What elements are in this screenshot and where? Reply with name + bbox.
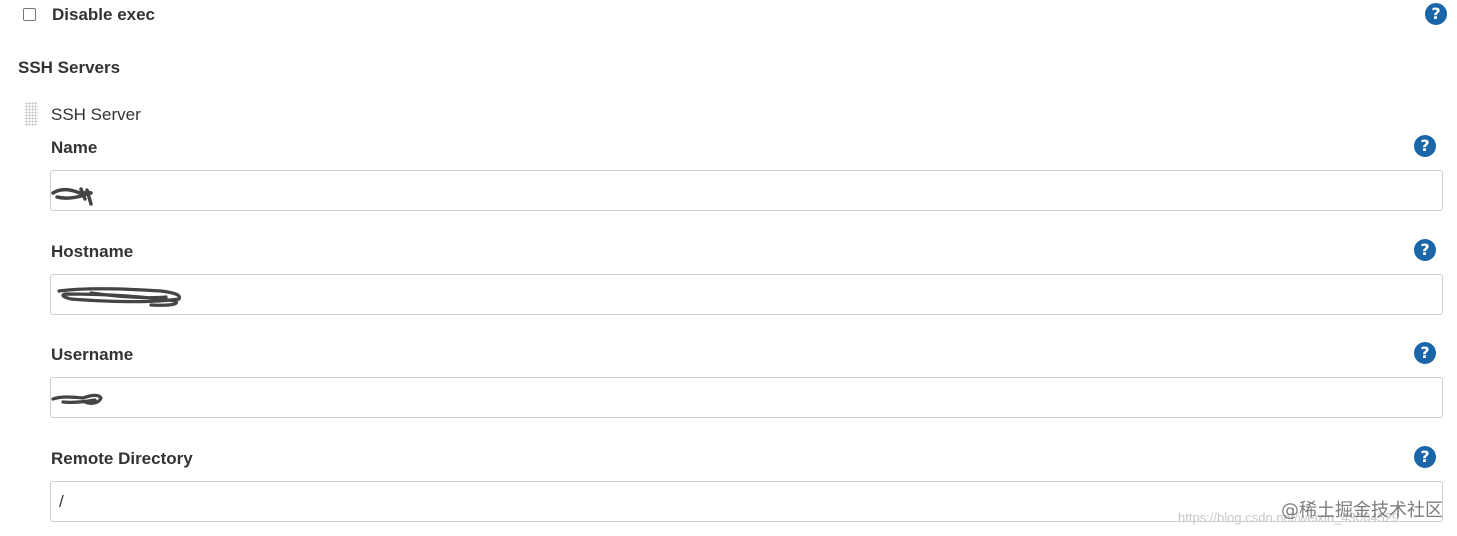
help-remote-directory-icon[interactable]: ?	[1414, 446, 1436, 468]
help-username-icon[interactable]: ?	[1414, 342, 1436, 364]
ssh-servers-title: SSH Servers	[18, 58, 121, 77]
remote-directory-label: Remote Directory	[51, 449, 193, 468]
name-label: Name	[51, 138, 98, 157]
help-hostname-icon[interactable]: ?	[1414, 239, 1436, 261]
username-label: Username	[51, 345, 134, 364]
drag-handle-icon[interactable]	[25, 102, 38, 126]
ssh-server-header: SSH Server	[51, 105, 141, 124]
disable-exec-label: Disable exec	[52, 5, 156, 24]
watermark-brand: @稀土掘金技术社区	[1281, 500, 1443, 521]
username-input[interactable]	[50, 377, 1443, 418]
help-disable-exec-icon[interactable]: ?	[1425, 3, 1447, 25]
redaction-scribble	[51, 393, 103, 405]
remote-directory-input-value: /	[59, 492, 64, 511]
redaction-scribble	[57, 287, 181, 307]
name-input[interactable]	[50, 170, 1443, 211]
hostname-label: Hostname	[51, 242, 134, 261]
redaction-scribble	[51, 187, 93, 206]
hostname-input[interactable]	[50, 274, 1443, 315]
help-name-icon[interactable]: ?	[1414, 135, 1436, 157]
disable-exec-checkbox[interactable]	[23, 8, 36, 21]
